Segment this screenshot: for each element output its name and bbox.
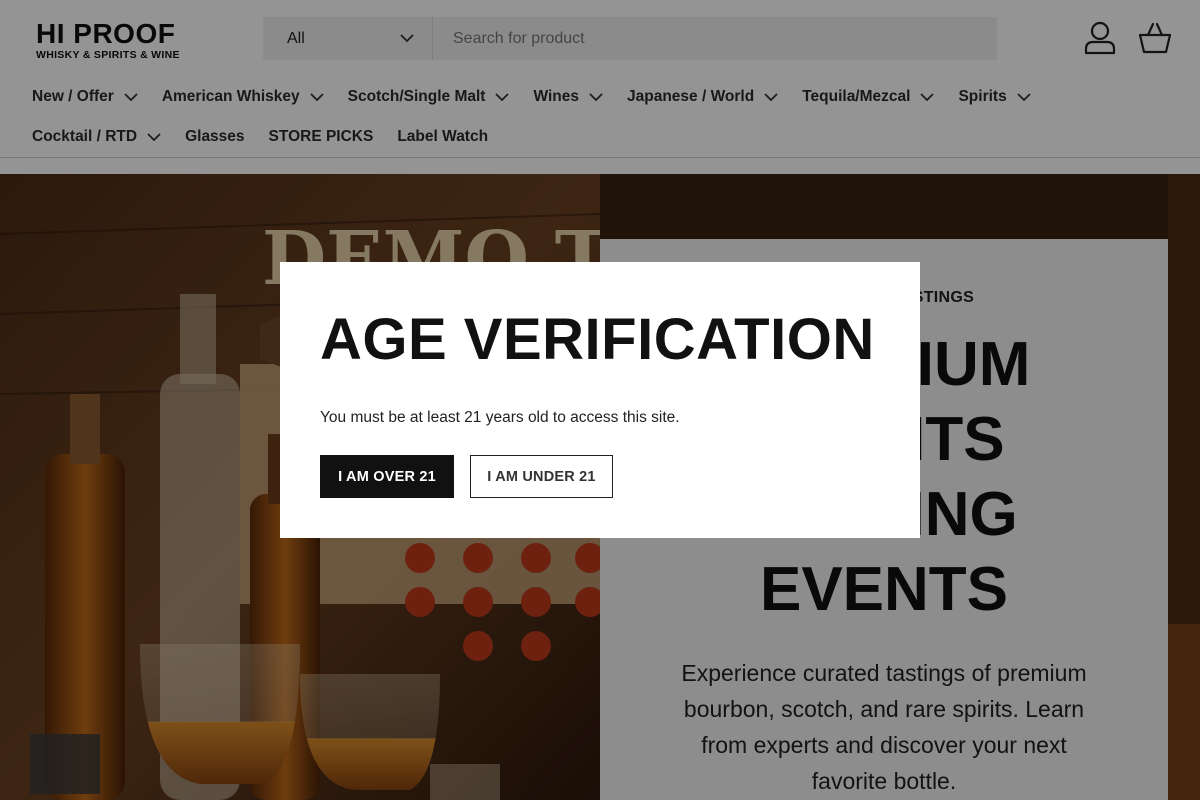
under-21-button[interactable]: I AM UNDER 21 — [470, 455, 613, 498]
age-verification-modal: AGE VERIFICATION You must be at least 21… — [280, 262, 920, 538]
modal-title: AGE VERIFICATION — [320, 307, 875, 372]
over-21-button[interactable]: I AM OVER 21 — [320, 455, 454, 498]
modal-message: You must be at least 21 years old to acc… — [320, 409, 680, 426]
